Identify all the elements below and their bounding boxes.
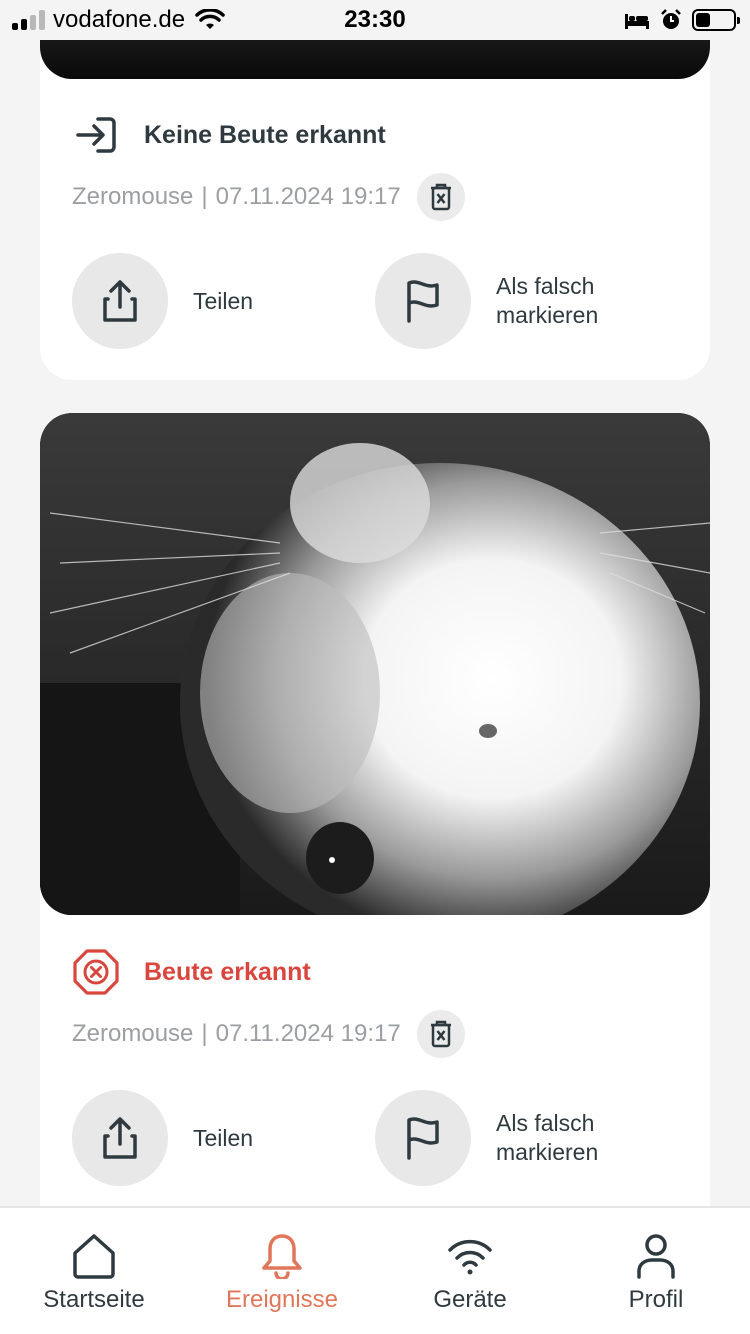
delete-button[interactable] xyxy=(416,1010,465,1058)
mark-false-label-line2: markieren xyxy=(496,302,599,328)
event-timestamp: 07.11.2024 19:17 xyxy=(215,183,401,210)
enter-icon xyxy=(72,111,120,159)
battery-icon xyxy=(692,9,740,31)
bed-icon xyxy=(625,14,649,29)
share-icon xyxy=(103,280,137,322)
alarm-icon xyxy=(661,9,681,29)
mark-false-button[interactable]: Als falsch markieren xyxy=(375,253,598,349)
cellular-signal-icon xyxy=(12,10,45,30)
carrier-name: vodafone.de xyxy=(53,6,186,33)
mark-false-label: Als falsch markieren xyxy=(496,1109,598,1167)
bell-icon xyxy=(262,1234,302,1279)
mark-false-label: Als falsch markieren xyxy=(496,272,598,330)
flag-icon xyxy=(407,280,439,323)
tab-geraete[interactable]: Geräte xyxy=(376,1208,564,1334)
prey-detected-icon xyxy=(72,948,120,996)
mark-false-label-line1: Als falsch xyxy=(496,1110,595,1136)
trash-icon xyxy=(430,183,451,211)
event-status: Beute erkannt xyxy=(72,948,311,996)
user-icon xyxy=(637,1234,675,1279)
share-button[interactable]: Teilen xyxy=(72,253,253,349)
tab-label: Profil xyxy=(628,1286,684,1313)
tab-profil[interactable]: Profil xyxy=(562,1208,750,1334)
flag-icon xyxy=(407,1117,439,1160)
home-icon xyxy=(73,1234,115,1279)
event-meta: Zeromouse | 07.11.2024 19:17 xyxy=(72,1010,465,1058)
event-timestamp: 07.11.2024 19:17 xyxy=(215,1020,401,1047)
wifi-status-icon xyxy=(195,9,225,29)
mark-false-label-line1: Als falsch xyxy=(496,273,595,299)
share-icon xyxy=(103,1117,137,1159)
device-name: Zeromouse xyxy=(72,1020,194,1047)
tab-startseite[interactable]: Startseite xyxy=(0,1208,188,1334)
share-button[interactable]: Teilen xyxy=(72,1090,253,1186)
share-label: Teilen xyxy=(193,1124,254,1151)
wifi-icon xyxy=(448,1239,492,1275)
event-status: Keine Beute erkannt xyxy=(72,111,386,159)
meta-separator: | xyxy=(201,1020,208,1047)
camera-snapshot xyxy=(40,413,710,915)
tab-bar: Startseite Ereignisse Geräte Profil xyxy=(0,1206,750,1334)
event-photo[interactable] xyxy=(40,413,710,915)
trash-icon xyxy=(430,1020,451,1048)
tab-label: Ereignisse xyxy=(225,1286,339,1313)
tab-label: Startseite xyxy=(43,1286,145,1313)
device-name: Zeromouse xyxy=(72,183,194,210)
event-status-label: Beute erkannt xyxy=(144,957,311,986)
tab-label: Geräte xyxy=(433,1286,507,1313)
event-card: Keine Beute erkannt Zeromouse | 07.11.20… xyxy=(40,0,710,380)
event-meta: Zeromouse | 07.11.2024 19:17 xyxy=(72,173,465,221)
mark-false-label-line2: markieren xyxy=(496,1139,599,1165)
meta-separator: | xyxy=(201,183,208,210)
event-card: Beute erkannt Zeromouse | 07.11.2024 19:… xyxy=(40,413,710,1243)
share-label: Teilen xyxy=(193,287,254,314)
status-bar: vodafone.de 23:30 xyxy=(0,0,750,40)
event-status-label: Keine Beute erkannt xyxy=(144,120,386,149)
mark-false-button[interactable]: Als falsch markieren xyxy=(375,1090,598,1186)
delete-button[interactable] xyxy=(416,173,465,221)
tab-ereignisse[interactable]: Ereignisse xyxy=(188,1208,376,1334)
